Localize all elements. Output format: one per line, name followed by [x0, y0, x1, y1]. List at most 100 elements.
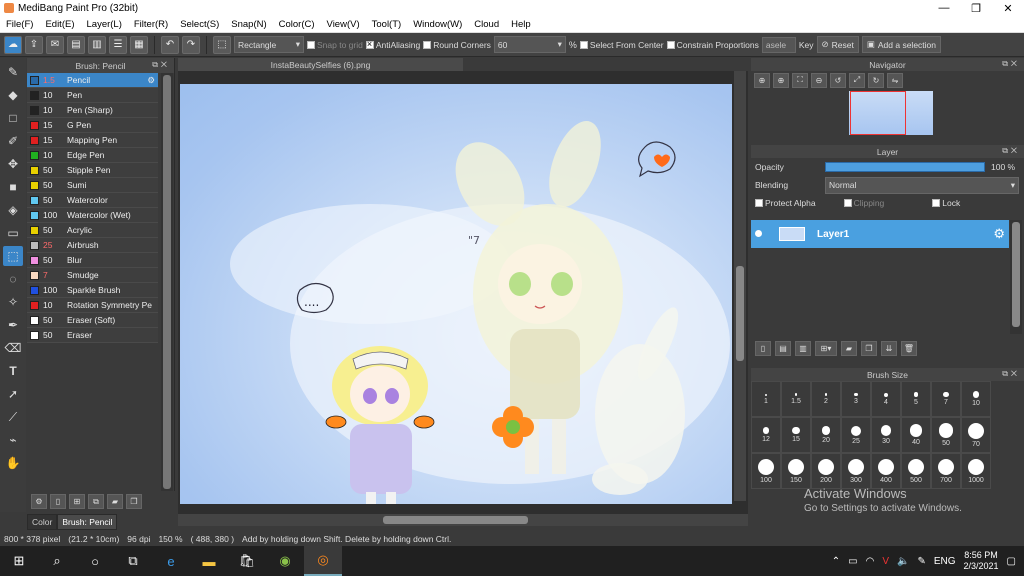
brush-size-option[interactable]: 2: [811, 381, 841, 417]
menu-tool[interactable]: Tool(T): [366, 19, 408, 30]
canvas-area[interactable]: .... "7: [178, 71, 748, 526]
menu-cloud[interactable]: Cloud: [468, 19, 505, 30]
brush-scrollbar[interactable]: [161, 73, 173, 491]
zoom-out-icon[interactable]: ⊖: [811, 72, 827, 88]
cortana-icon[interactable]: ○: [76, 546, 114, 576]
clock[interactable]: 8:56 PM 2/3/2021: [964, 550, 999, 572]
snap-to-grid-checkbox[interactable]: Snap to grid: [307, 40, 363, 50]
brush-item[interactable]: 25 Airbrush: [27, 238, 158, 253]
flip-icon[interactable]: ⇋: [887, 72, 903, 88]
cloud-icon[interactable]: ☁: [4, 35, 22, 54]
brush-item[interactable]: 7 Smudge: [27, 268, 158, 283]
brush-size-option[interactable]: 10: [961, 381, 991, 417]
menu-window[interactable]: Window(W): [407, 19, 468, 30]
navigator-thumbnail[interactable]: [849, 91, 933, 135]
panel-window-icons[interactable]: ⧉✕: [152, 60, 170, 70]
menu-snap[interactable]: Snap(N): [225, 19, 272, 30]
navigator-preview[interactable]: [751, 89, 1024, 139]
brush-size-option[interactable]: 200: [811, 453, 841, 489]
round-corners-checkbox[interactable]: Round Corners: [423, 40, 491, 50]
menu-select[interactable]: Select(S): [174, 19, 225, 30]
constrain-proportions-checkbox[interactable]: Constrain Proportions: [666, 40, 759, 50]
brush-item[interactable]: 50 Acrylic: [27, 223, 158, 238]
menu-edit[interactable]: Edit(E): [39, 19, 80, 30]
shape-tool-icon[interactable]: ■: [3, 177, 23, 197]
pen-tool-icon[interactable]: ✐: [3, 131, 23, 151]
new-brush-icon[interactable]: ▯: [50, 494, 66, 509]
brush-item[interactable]: 10 Edge Pen: [27, 148, 158, 163]
app-icon-green[interactable]: ◉: [266, 546, 304, 576]
divide-tool-icon[interactable]: ⟋: [3, 407, 23, 427]
select-from-center-checkbox[interactable]: Select From Center: [579, 40, 664, 50]
store-icon[interactable]: 🛍: [228, 546, 266, 576]
duplicate-layer-icon[interactable]: ❐: [861, 341, 877, 356]
lock-checkbox[interactable]: Lock: [932, 198, 960, 208]
dot-tool-icon[interactable]: □: [3, 108, 23, 128]
rotate-left-icon[interactable]: ↺: [830, 72, 846, 88]
grid-icon[interactable]: ▦: [130, 35, 148, 54]
brush-item[interactable]: 50 Eraser: [27, 328, 158, 343]
eraser-tool-icon[interactable]: ◆: [3, 85, 23, 105]
new-layer-1bit-icon[interactable]: ▥: [795, 341, 811, 356]
brush-item[interactable]: 50 Sumi: [27, 178, 158, 193]
brush-settings-icon[interactable]: ⚙: [31, 494, 47, 509]
brush-size-option[interactable]: 30: [871, 417, 901, 453]
brush-item[interactable]: 15 G Pen: [27, 118, 158, 133]
notification-icon[interactable]: ▢: [1007, 556, 1016, 567]
bucket-tool-icon[interactable]: ◈: [3, 200, 23, 220]
battery-icon[interactable]: ▭: [848, 556, 857, 567]
brush-size-option[interactable]: 1000: [961, 453, 991, 489]
save-icon[interactable]: ▥: [88, 35, 106, 54]
brush-item[interactable]: 1.5 Pencil ⚙: [27, 73, 158, 88]
operation-tool-icon[interactable]: ➚: [3, 384, 23, 404]
select-pen-icon[interactable]: ✒: [3, 315, 23, 335]
brush-item[interactable]: 50 Stipple Pen: [27, 163, 158, 178]
new-layer-8bit-icon[interactable]: ▤: [775, 341, 791, 356]
document-tab[interactable]: InstaBeautySelfies (6).png: [178, 58, 463, 71]
select-tool-icon[interactable]: ⬚: [3, 246, 23, 266]
panel-window-icons[interactable]: ⧉✕: [1002, 59, 1020, 69]
new-layer-icon[interactable]: ▯: [755, 341, 771, 356]
brush-item[interactable]: 50 Eraser (Soft): [27, 313, 158, 328]
gradient-tool-icon[interactable]: ▭: [3, 223, 23, 243]
hand-tool-icon[interactable]: ✋: [3, 453, 23, 473]
restore-button[interactable]: ❐: [960, 0, 992, 16]
brush-size-option[interactable]: 50: [931, 417, 961, 453]
add-selection-button[interactable]: ▣ Add a selection: [861, 36, 941, 53]
brush-size-option[interactable]: 3: [841, 381, 871, 417]
medibang-taskbar-icon[interactable]: ◎: [304, 546, 342, 576]
brush-size-option[interactable]: 150: [781, 453, 811, 489]
brush-size-option[interactable]: 4: [871, 381, 901, 417]
merge-down-icon[interactable]: ⇊: [881, 341, 897, 356]
brush-size-option[interactable]: 300: [841, 453, 871, 489]
undo-icon[interactable]: ↶: [161, 35, 179, 54]
clipping-checkbox[interactable]: Clipping: [843, 198, 884, 208]
brush-item[interactable]: 100 Watercolor (Wet): [27, 208, 158, 223]
rotate-right-icon[interactable]: ↻: [868, 72, 884, 88]
brush-size-option[interactable]: 7: [931, 381, 961, 417]
menu-layer[interactable]: Layer(L): [81, 19, 128, 30]
add-brush-icon[interactable]: ⊞: [69, 494, 85, 509]
brush-item[interactable]: 10 Rotation Symmetry Pe: [27, 298, 158, 313]
brush-item[interactable]: 15 Mapping Pen: [27, 133, 158, 148]
layer-settings-icon[interactable]: ⚙: [993, 226, 1005, 242]
fit-window-icon[interactable]: ⤢: [849, 72, 865, 88]
brush-size-option[interactable]: 5: [901, 381, 931, 417]
panel-window-icons[interactable]: ⧉✕: [1002, 369, 1020, 379]
brush-size-option[interactable]: 500: [901, 453, 931, 489]
search-icon[interactable]: ⌕: [38, 546, 76, 576]
opacity-slider[interactable]: [825, 162, 985, 172]
visibility-icon[interactable]: [755, 230, 762, 237]
copy-brush-icon[interactable]: ⧉: [88, 494, 104, 509]
brush-item[interactable]: 50 Watercolor: [27, 193, 158, 208]
pen-icon[interactable]: ✎: [917, 556, 925, 567]
layer-item[interactable]: Layer1 ⚙: [751, 220, 1009, 248]
list-icon[interactable]: ☰: [109, 35, 127, 54]
menu-view[interactable]: View(V): [321, 19, 366, 30]
canvas-vertical-scrollbar[interactable]: [734, 71, 746, 501]
tab-color[interactable]: Color: [27, 514, 58, 530]
brush-size-option[interactable]: 25: [841, 417, 871, 453]
brush-size-option[interactable]: 12: [751, 417, 781, 453]
duplicate-icon[interactable]: ❐: [126, 494, 142, 509]
shape-select[interactable]: Rectangle ▾: [234, 36, 304, 53]
